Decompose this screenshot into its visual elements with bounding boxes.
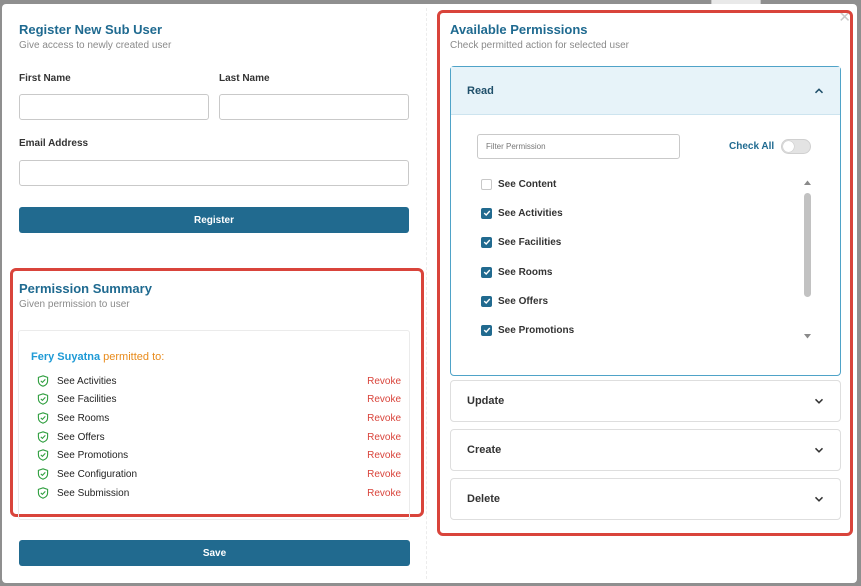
shield-check-icon	[37, 393, 49, 405]
checkmark-icon	[483, 210, 490, 217]
column-divider	[426, 8, 427, 579]
permission-label: See Promotions	[498, 324, 575, 336]
checkbox[interactable]	[481, 324, 492, 336]
toggle-knob	[783, 141, 794, 152]
permission-checkbox-row[interactable]: See Activities	[481, 206, 563, 220]
summary-item: See Facilities Revoke	[37, 391, 401, 407]
checkmark-icon	[483, 239, 490, 246]
permission-checkbox-row[interactable]: See Content	[481, 177, 556, 191]
scroll-up-arrow[interactable]	[803, 179, 812, 186]
chevron-down-icon	[814, 447, 824, 453]
accordion-read: Read Filter Permission Check All See Con…	[450, 66, 841, 376]
scroll-down-arrow[interactable]	[803, 333, 812, 340]
last-name-label: Last Name	[219, 73, 270, 84]
summary-title: Permission Summary	[19, 281, 152, 296]
accordion-update[interactable]: Update	[450, 380, 841, 422]
checkbox[interactable]	[481, 266, 492, 278]
summary-header: Permission Summary Given permission to u…	[19, 281, 152, 310]
checkbox[interactable]	[481, 236, 492, 248]
shield-check-icon	[37, 487, 49, 499]
revoke-link[interactable]: Revoke	[367, 488, 401, 499]
shield-check-icon	[37, 431, 49, 443]
summary-item-label: See Facilities	[57, 393, 117, 405]
accordion-create-label: Create	[467, 444, 502, 456]
scrollbar-thumb[interactable]	[804, 193, 811, 297]
permission-label: See Offers	[498, 295, 549, 307]
permission-label: See Rooms	[498, 266, 553, 278]
permission-checkbox-row[interactable]: See Offers	[481, 294, 548, 308]
summary-item-label: See Activities	[57, 375, 117, 387]
email-label: Email Address	[19, 138, 89, 149]
summary-item-label: See Promotions	[57, 449, 129, 461]
chevron-down-icon	[814, 398, 824, 404]
revoke-link[interactable]: Revoke	[367, 376, 401, 387]
permission-label: See Content	[498, 178, 557, 190]
accordion-update-label: Update	[467, 395, 505, 407]
summary-item: See Submission Revoke	[37, 485, 401, 501]
register-button[interactable]: Register	[19, 207, 409, 233]
summary-item-label: See Submission	[57, 487, 130, 499]
summary-item: See Activities Revoke	[37, 373, 401, 389]
register-header: Register New Sub User Give access to new…	[19, 22, 171, 51]
register-subtitle: Give access to newly created user	[19, 40, 172, 51]
summary-user-line: Fery Suyatna permitted to:	[31, 351, 164, 363]
checkmark-icon	[483, 327, 490, 334]
save-button[interactable]: Save	[19, 540, 410, 566]
accordion-read-header[interactable]: Read	[451, 67, 840, 115]
permission-checkbox-row[interactable]: See Rooms	[481, 265, 552, 279]
checkmark-icon	[483, 298, 490, 305]
summary-user-name: Fery Suyatna	[31, 351, 101, 363]
shield-check-icon	[37, 449, 49, 461]
revoke-link[interactable]: Revoke	[367, 450, 401, 461]
summary-item: See Rooms Revoke	[37, 410, 401, 426]
permissions-title: Available Permissions	[450, 22, 588, 37]
chevron-up-icon	[814, 87, 824, 93]
accordion-delete[interactable]: Delete	[450, 478, 841, 520]
shield-check-icon	[37, 412, 49, 424]
accordion-delete-label: Delete	[467, 493, 501, 505]
checkbox[interactable]	[481, 207, 492, 219]
summary-item: See Offers Revoke	[37, 429, 401, 445]
filter-permission-input[interactable]: Filter Permission	[477, 134, 680, 159]
revoke-link[interactable]: Revoke	[367, 469, 401, 480]
accordion-create[interactable]: Create	[450, 429, 841, 471]
revoke-link[interactable]: Revoke	[367, 394, 401, 405]
chevron-down-icon	[814, 496, 824, 502]
summary-item: See Configuration Revoke	[37, 466, 401, 482]
revoke-link[interactable]: Revoke	[367, 413, 401, 424]
permissions-subtitle: Check permitted action for selected user	[450, 40, 629, 51]
summary-card: Fery Suyatna permitted to: See Activitie…	[18, 330, 410, 520]
permission-label: See Facilities	[498, 236, 562, 248]
summary-item: See Promotions Revoke	[37, 447, 401, 463]
permission-checkbox-row[interactable]: See Promotions	[481, 323, 574, 337]
summary-permitted-text: permitted to:	[103, 351, 165, 363]
permissions-header: Available Permissions Check permitted ac…	[450, 22, 629, 51]
checkbox[interactable]	[481, 178, 492, 190]
first-name-input[interactable]	[19, 94, 209, 120]
summary-subtitle: Given permission to user	[19, 299, 130, 310]
shield-check-icon	[37, 468, 49, 480]
permission-label: See Activities	[498, 207, 563, 219]
register-title: Register New Sub User	[19, 22, 163, 37]
check-all-toggle[interactable]	[781, 139, 811, 154]
revoke-link[interactable]: Revoke	[367, 432, 401, 443]
checkbox[interactable]	[481, 295, 492, 307]
summary-item-label: See Offers	[57, 431, 105, 443]
shield-check-icon	[37, 375, 49, 387]
email-input[interactable]	[19, 160, 409, 186]
last-name-input[interactable]	[219, 94, 409, 120]
check-all-label: Check All	[729, 141, 775, 152]
checkmark-icon	[483, 269, 490, 276]
summary-item-label: See Configuration	[57, 468, 138, 480]
register-sub-user-modal: ✕ Register New Sub User Give access to n…	[2, 4, 857, 583]
accordion-read-label: Read	[467, 84, 494, 97]
summary-item-label: See Rooms	[57, 412, 110, 424]
permission-checkbox-row[interactable]: See Facilities	[481, 235, 561, 249]
first-name-label: First Name	[19, 73, 71, 84]
